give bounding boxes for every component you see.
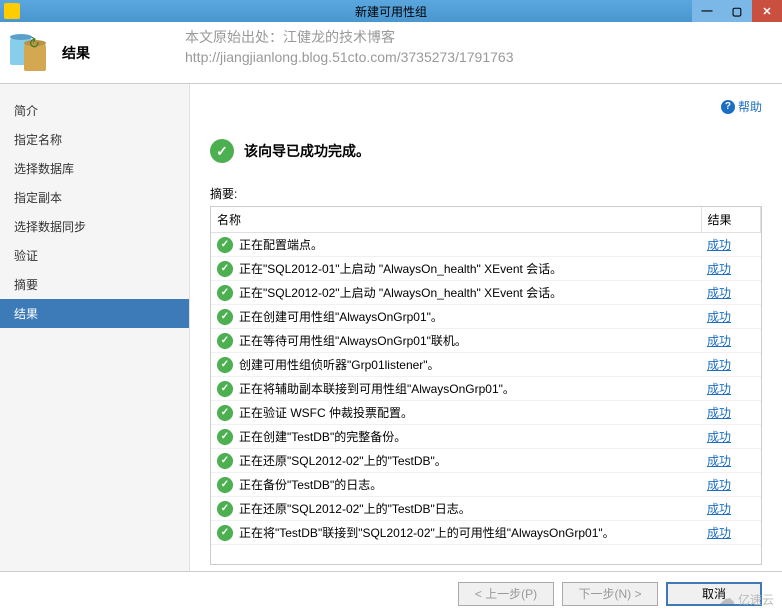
row-name: 正在配置端点。 [239, 236, 323, 253]
table-row: ✓ 正在创建可用性组"AlwaysOnGrp01"。 成功 [211, 305, 761, 329]
result-link[interactable]: 成功 [707, 502, 731, 516]
result-link[interactable]: 成功 [707, 430, 731, 444]
nav-select-sync[interactable]: 选择数据同步 [0, 212, 189, 241]
table-row: ✓ 创建可用性组侦听器"Grp01listener"。 成功 [211, 353, 761, 377]
row-name: 正在将"TestDB"联接到"SQL2012-02"上的可用性组"AlwaysO… [239, 524, 615, 541]
row-success-icon: ✓ [217, 453, 233, 469]
nav-results[interactable]: 结果 [0, 299, 189, 328]
next-button: 下一步(N) > [562, 582, 658, 606]
footer: < 上一步(P) 下一步(N) > 取消 [0, 571, 782, 615]
nav-validate[interactable]: 验证 [0, 241, 189, 270]
nav-intro[interactable]: 简介 [0, 96, 189, 125]
row-success-icon: ✓ [217, 381, 233, 397]
row-success-icon: ✓ [217, 285, 233, 301]
close-button[interactable]: ✕ [752, 0, 782, 22]
row-success-icon: ✓ [217, 309, 233, 325]
sidebar: 简介 指定名称 选择数据库 指定副本 选择数据同步 验证 摘要 结果 [0, 84, 190, 571]
row-name: 正在还原"SQL2012-02"上的"TestDB"。 [239, 452, 447, 469]
header: ↻ 结果 本文原始出处：江健龙的技术博客 http://jiangjianlon… [0, 22, 782, 84]
result-link[interactable]: 成功 [707, 526, 731, 540]
table-row: ✓ 正在等待可用性组"AlwaysOnGrp01"联机。 成功 [211, 329, 761, 353]
row-success-icon: ✓ [217, 405, 233, 421]
column-header-name[interactable]: 名称 [211, 207, 701, 233]
result-link[interactable]: 成功 [707, 358, 731, 372]
column-header-result[interactable]: 结果 [701, 207, 761, 233]
window-title: 新建可用性组 [355, 3, 427, 20]
row-success-icon: ✓ [217, 429, 233, 445]
result-banner: ✓ 该向导已成功完成。 [210, 139, 762, 163]
result-link[interactable]: 成功 [707, 310, 731, 324]
summary-label: 摘要: [210, 185, 762, 202]
app-icon [4, 3, 20, 19]
help-icon: ? [721, 100, 735, 114]
row-name: 正在创建"TestDB"的完整备份。 [239, 428, 406, 445]
row-success-icon: ✓ [217, 237, 233, 253]
brand-label: 亿速云 [738, 591, 774, 608]
table-row: ✓ 正在"SQL2012-01"上启动 "AlwaysOn_health" XEv… [211, 257, 761, 281]
nav-specify-name[interactable]: 指定名称 [0, 125, 189, 154]
result-link[interactable]: 成功 [707, 286, 731, 300]
row-success-icon: ✓ [217, 477, 233, 493]
result-link[interactable]: 成功 [707, 406, 731, 420]
table-row: ✓ 正在配置端点。 成功 [211, 233, 761, 257]
table-row: ✓ 正在创建"TestDB"的完整备份。 成功 [211, 425, 761, 449]
result-link[interactable]: 成功 [707, 238, 731, 252]
row-name: 正在备份"TestDB"的日志。 [239, 476, 382, 493]
result-link[interactable]: 成功 [707, 334, 731, 348]
result-link[interactable]: 成功 [707, 478, 731, 492]
row-success-icon: ✓ [217, 501, 233, 517]
result-link[interactable]: 成功 [707, 262, 731, 276]
help-label: 帮助 [738, 98, 762, 115]
nav-summary[interactable]: 摘要 [0, 270, 189, 299]
cloud-icon: ☁ [719, 589, 735, 609]
titlebar: 新建可用性组 — ▢ ✕ [0, 0, 782, 22]
nav-select-database[interactable]: 选择数据库 [0, 154, 189, 183]
success-check-icon: ✓ [210, 139, 234, 163]
table-row: ✓ 正在还原"SQL2012-02"上的"TestDB"。 成功 [211, 449, 761, 473]
row-name: 正在"SQL2012-02"上启动 "AlwaysOn_health" XEve… [239, 284, 562, 301]
row-success-icon: ✓ [217, 333, 233, 349]
watermark-line2: http://jiangjianlong.blog.51cto.com/3735… [185, 48, 513, 68]
results-table-wrap: 名称 结果 ✓正在配置端点。成功✓正在"SQL2012-01"上启动 "Alwa… [210, 206, 762, 565]
table-row: ✓ 正在验证 WSFC 仲裁投票配置。 成功 [211, 401, 761, 425]
window-controls: — ▢ ✕ [692, 0, 782, 22]
wizard-icon: ↻ [10, 33, 50, 73]
result-message: 该向导已成功完成。 [244, 141, 370, 161]
row-name: 创建可用性组侦听器"Grp01listener"。 [239, 356, 440, 373]
row-name: 正在验证 WSFC 仲裁投票配置。 [239, 404, 413, 421]
page-title: 结果 [62, 43, 90, 63]
table-row: ✓ 正在备份"TestDB"的日志。 成功 [211, 473, 761, 497]
help-link[interactable]: ? 帮助 [210, 98, 762, 115]
row-name: 正在"SQL2012-01"上启动 "AlwaysOn_health" XEve… [239, 260, 562, 277]
minimize-button[interactable]: — [692, 0, 722, 22]
result-link[interactable]: 成功 [707, 454, 731, 468]
row-name: 正在等待可用性组"AlwaysOnGrp01"联机。 [239, 332, 467, 349]
row-name: 正在创建可用性组"AlwaysOnGrp01"。 [239, 308, 443, 325]
nav-specify-replica[interactable]: 指定副本 [0, 183, 189, 212]
result-link[interactable]: 成功 [707, 382, 731, 396]
watermark-line1: 本文原始出处：江健龙的技术博客 [185, 28, 513, 48]
main-panel: ? 帮助 ✓ 该向导已成功完成。 摘要: 名称 结果 ✓正在配置端点。成功✓正在… [190, 84, 782, 571]
table-row: ✓ 正在"SQL2012-02"上启动 "AlwaysOn_health" XEv… [211, 281, 761, 305]
maximize-button[interactable]: ▢ [722, 0, 752, 22]
results-table: 名称 结果 ✓正在配置端点。成功✓正在"SQL2012-01"上启动 "Alwa… [211, 207, 761, 545]
prev-button: < 上一步(P) [458, 582, 554, 606]
row-name: 正在将辅助副本联接到可用性组"AlwaysOnGrp01"。 [239, 380, 515, 397]
row-success-icon: ✓ [217, 357, 233, 373]
row-success-icon: ✓ [217, 261, 233, 277]
watermark-text: 本文原始出处：江健龙的技术博客 http://jiangjianlong.blo… [185, 28, 513, 67]
table-row: ✓ 正在将辅助副本联接到可用性组"AlwaysOnGrp01"。 成功 [211, 377, 761, 401]
brand-watermark: ☁ 亿速云 [719, 589, 774, 609]
row-name: 正在还原"SQL2012-02"上的"TestDB"日志。 [239, 500, 471, 517]
table-row: ✓ 正在还原"SQL2012-02"上的"TestDB"日志。 成功 [211, 497, 761, 521]
table-row: ✓ 正在将"TestDB"联接到"SQL2012-02"上的可用性组"Always… [211, 521, 761, 545]
row-success-icon: ✓ [217, 525, 233, 541]
